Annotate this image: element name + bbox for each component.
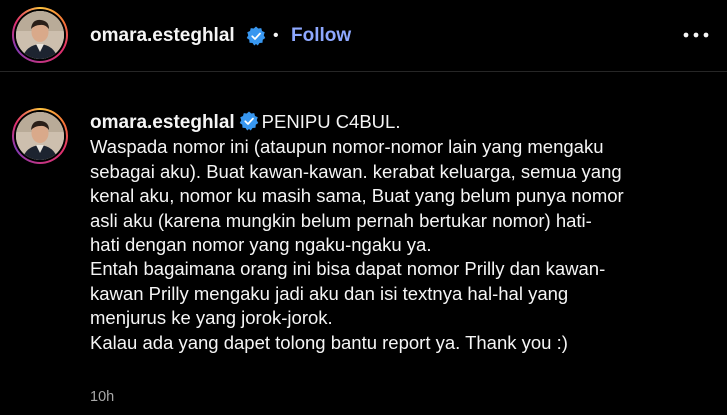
- profile-photo-icon: [16, 112, 64, 160]
- caption-line: sebagai aku). Buat kawan-kawan. kerabat …: [90, 160, 622, 182]
- caption-line: Kalau ada yang dapet tolong bantu report…: [90, 331, 568, 353]
- avatar-photo: [16, 11, 64, 59]
- caption-line: kenal aku, nomor ku masih sama, Buat yan…: [90, 185, 624, 207]
- caption-line: hati dengan nomor yang ngaku-ngaku ya.: [90, 234, 432, 256]
- profile-photo-icon: [16, 11, 64, 59]
- caption-author-username[interactable]: omara.esteghlal: [90, 112, 235, 133]
- caption-story-avatar[interactable]: [12, 108, 68, 164]
- story-avatar[interactable]: [12, 7, 68, 63]
- caption-line: menjurus ke yang jorok-jorok.: [90, 307, 333, 329]
- caption-avatar-photo: [16, 112, 64, 160]
- caption-title: PENIPU C4BUL.: [261, 111, 401, 132]
- post-timestamp[interactable]: 10h: [90, 389, 114, 405]
- separator-dot: •: [273, 27, 279, 44]
- more-horizontal-icon[interactable]: [681, 26, 711, 44]
- caption-line: Entah bagaimana orang ini bisa dapat nom…: [90, 258, 606, 280]
- caption-line: Waspada nomor ini (ataupun nomor-nomor l…: [90, 136, 604, 158]
- follow-button[interactable]: Follow: [291, 25, 351, 47]
- post-author-username[interactable]: omara.esteghlal: [90, 25, 235, 47]
- post-header: omara.esteghlal • Follow: [0, 0, 727, 72]
- caption-text: omara.esteghlal PENIPU C4BUL. Waspada nom…: [90, 110, 710, 355]
- caption-line: asli aku (karena mungkin belum pernah be…: [90, 209, 592, 231]
- verified-badge-icon: [239, 111, 258, 131]
- verified-badge-icon: [246, 26, 266, 46]
- caption-line: kawan Prilly mengaku jadi aku dan isi te…: [90, 282, 569, 304]
- caption-first-line: omara.esteghlal PENIPU C4BUL.: [90, 110, 710, 135]
